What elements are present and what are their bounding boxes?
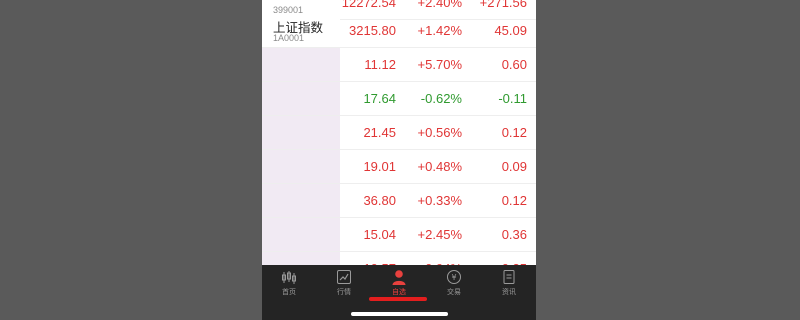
active-tab-underline [369,297,427,301]
candlestick-icon [282,271,296,284]
change-amount: 0.25 [466,252,527,265]
change-amount: 0.12 [501,193,527,208]
phone-screen: 399001 12272.54 +2.40% +271.56 上证指数 1A00… [262,0,536,320]
table-row[interactable]: 17.64 -0.62% -0.11 [262,82,536,116]
change-percent: +0.48% [417,159,462,174]
watchlist[interactable]: 399001 12272.54 +2.40% +271.56 上证指数 1A00… [262,0,536,265]
change-percent: -0.94% [398,252,462,265]
change-amount: -0.11 [498,91,527,106]
stock-name-cell [262,150,340,183]
chart-icon [337,270,351,284]
stock-name-cell [262,82,340,115]
change-percent: +0.33% [417,193,462,208]
table-row[interactable]: 15.04 +2.45% 0.36 [262,218,536,252]
change-percent: +2.45% [417,227,462,242]
change-amount: 0.09 [501,159,527,174]
stock-name-cell: 上证指数 1A0001 [262,14,340,47]
change-percent: +0.56% [417,125,462,140]
stock-name-cell [262,218,340,251]
change-amount: 0.36 [501,227,527,242]
change-amount: 0.60 [501,57,527,72]
table-row[interactable]: 11.12 +5.70% 0.60 [262,48,536,82]
table-row[interactable]: 36.80 +0.33% 0.12 [262,184,536,218]
price: 15.04 [363,227,396,242]
change-amount: 0.12 [501,125,527,140]
document-icon [503,270,515,284]
tab-label: 自选 [392,288,406,296]
price: 36.80 [363,193,396,208]
tab-label: 行情 [337,288,351,296]
tab-market[interactable]: 行情 [317,265,371,305]
svg-text:¥: ¥ [451,273,456,282]
price: 17.64 [363,91,396,106]
stock-code: 1A0001 [273,33,305,43]
tab-label: 资讯 [502,288,516,296]
stock-name-cell [262,252,340,265]
change-percent: +1.42% [417,23,462,38]
tab-label: 交易 [447,288,461,296]
table-row[interactable]: 21.45 +0.56% 0.12 [262,116,536,150]
tab-news[interactable]: 资讯 [482,265,536,305]
price: 11.12 [364,57,396,72]
tab-label: 首页 [282,288,296,296]
change-percent: +5.70% [417,57,462,72]
change-amount: 45.09 [494,23,527,38]
home-indicator[interactable] [351,312,448,316]
tab-home[interactable]: 首页 [262,265,316,305]
person-icon [392,270,406,285]
table-row[interactable]: 上证指数 1A0001 3215.80 +1.42% 45.09 [262,14,536,48]
price: 19.01 [363,159,396,174]
price: 10.57 [340,252,396,265]
tab-trade[interactable]: ¥ 交易 [427,265,481,305]
price: 3215.80 [349,23,396,38]
change-percent: -0.62% [420,91,462,106]
yuan-coin-icon: ¥ [447,270,461,284]
stock-name-cell [262,48,340,81]
table-row[interactable]: 10.57 -0.94% 0.25 [262,252,536,265]
price: 21.45 [363,125,396,140]
stock-name-cell [262,184,340,217]
table-row[interactable]: 19.01 +0.48% 0.09 [262,150,536,184]
stock-name-cell [262,116,340,149]
